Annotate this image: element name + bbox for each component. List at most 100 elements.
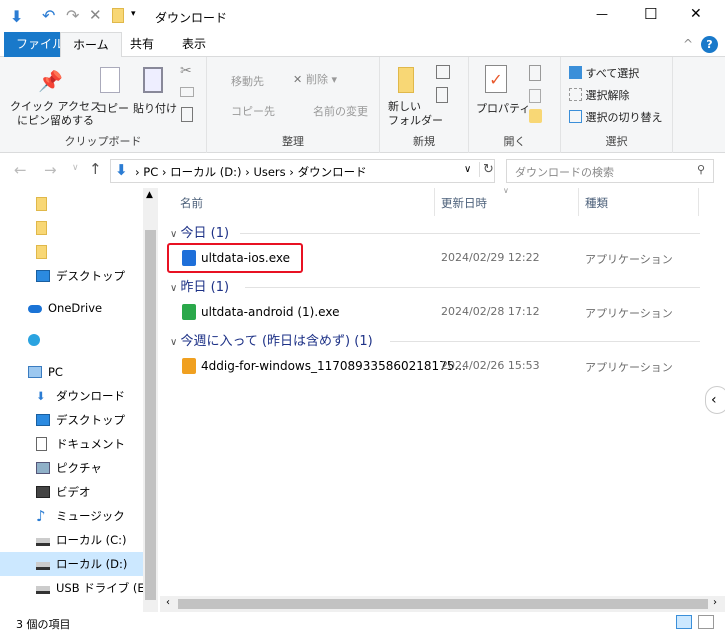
desktop-icon [36, 270, 50, 282]
copy-path-icon[interactable] [180, 87, 194, 97]
column-name[interactable]: 名前 [180, 195, 203, 211]
search-input[interactable]: ダウンロードの検索 ⚲ [506, 159, 714, 183]
delete-button[interactable]: ✕ 削除 ▾ [293, 71, 337, 87]
sidebar-scroll-thumb[interactable] [145, 230, 156, 600]
sidebar-item[interactable]: デスクトップ [0, 264, 143, 288]
details-view-button[interactable] [676, 615, 692, 629]
tab-view[interactable]: 表示 [170, 32, 218, 57]
new-item-icon[interactable] [436, 65, 450, 79]
group-header[interactable]: ∨ 今週に入って (昨日は含めず) (1) [170, 330, 700, 352]
file-name: ultdata-android (1).exe [201, 305, 340, 319]
sidebar-item[interactable]: OneDrive [0, 296, 143, 320]
sidebar-item[interactable] [0, 216, 143, 240]
usb-drive-icon [36, 586, 50, 594]
scroll-left-icon[interactable]: ‹ [166, 597, 170, 608]
easy-access-icon[interactable] [436, 87, 448, 103]
address-dropdown-icon[interactable]: ∨ [464, 164, 471, 175]
divider [390, 341, 700, 342]
scroll-right-icon[interactable]: › [713, 597, 717, 608]
sidebar-item-label: ダウンロード [56, 389, 125, 403]
rename-button[interactable]: 名前の変更 [313, 103, 368, 119]
undo-icon[interactable]: ↶ [42, 6, 55, 25]
sidebar-item[interactable]: ローカル (C:) [0, 528, 143, 552]
crumb-drive[interactable]: ローカル (D:) [170, 165, 241, 179]
select-all-button[interactable]: すべて選択 [569, 65, 639, 81]
file-type: アプリケーション [585, 307, 673, 320]
sidebar-item[interactable]: ♪ ミュージック [0, 504, 143, 528]
refresh-icon[interactable]: ↻ [479, 162, 494, 177]
folder-icon [36, 221, 47, 235]
new-folder-button[interactable]: 新しい フォルダー [388, 100, 443, 128]
sidebar-item[interactable]: ビデオ [0, 480, 143, 504]
crumb-pc[interactable]: PC [143, 165, 158, 179]
sidebar-item[interactable] [0, 328, 143, 352]
paste-button[interactable]: 貼り付け [133, 100, 177, 116]
redo-icon[interactable]: ↷ [66, 6, 79, 25]
address-bar[interactable]: ⬇ › PC › ローカル (D:) › Users › ダウンロード ∨ ↻ [110, 159, 495, 183]
cloud-icon [28, 334, 40, 346]
group-header[interactable]: ∨ 今日 (1) [170, 222, 700, 244]
sidebar-item-label: ローカル (C:) [56, 533, 127, 547]
paste-shortcut-icon[interactable] [181, 107, 193, 122]
forward-button[interactable]: → [44, 161, 57, 179]
column-type[interactable]: 種類 [585, 195, 608, 211]
sidebar-item[interactable]: ドキュメント [0, 432, 143, 456]
customize-dropdown-icon[interactable]: ▾ [131, 9, 136, 19]
delete-icon[interactable]: ✕ [89, 6, 102, 24]
exe-icon [182, 358, 196, 374]
column-divider[interactable] [698, 188, 699, 216]
group-header[interactable]: ∨ 昨日 (1) [170, 276, 700, 298]
large-icons-view-button[interactable] [698, 615, 714, 629]
sidebar-item[interactable] [0, 240, 143, 264]
sidebar-item[interactable]: ピクチャ [0, 456, 143, 480]
file-row[interactable]: 4ddig-for-windows_117089335860218175... 2… [170, 354, 700, 378]
sidebar-item[interactable]: ⬇ ダウンロード [0, 384, 143, 408]
back-button[interactable]: ← [14, 161, 27, 179]
document-icon [36, 437, 47, 451]
move-to-button[interactable]: 移動先 [231, 73, 264, 89]
recent-dropdown[interactable]: ∨ [72, 163, 79, 173]
minimize-button[interactable]: — [596, 7, 608, 21]
horizontal-scroll-thumb[interactable] [178, 599, 708, 609]
invert-selection-button[interactable]: 選択の切り替え [569, 109, 663, 125]
collapse-ribbon-icon[interactable]: ^ [683, 37, 693, 51]
cut-icon[interactable]: ✂ [180, 63, 192, 79]
help-icon[interactable]: ? [701, 36, 718, 53]
column-divider[interactable] [578, 188, 579, 216]
sidebar-item-label: OneDrive [48, 301, 103, 315]
tab-share[interactable]: 共有 [118, 32, 166, 57]
chevron-down-icon: ∨ [170, 283, 181, 294]
edit-icon[interactable] [529, 89, 541, 103]
close-button[interactable]: ✕ [690, 6, 702, 22]
history-icon[interactable] [529, 109, 542, 123]
side-panel-toggle[interactable]: ‹ [705, 386, 725, 414]
select-none-button[interactable]: 選択解除 [569, 87, 630, 103]
group-label: 今週に入って (昨日は含めず) (1) [180, 334, 373, 349]
maximize-button[interactable]: ☐ [644, 5, 657, 23]
sidebar-item[interactable]: PC [0, 360, 143, 384]
ribbon-tabs: ファイル ホーム 共有 表示 ^ ? [0, 32, 725, 58]
file-date: 2024/02/26 15:53 [441, 359, 540, 372]
drive-icon [36, 562, 50, 570]
crumb-downloads[interactable]: ダウンロード [298, 165, 367, 179]
sidebar-item[interactable]: ローカル (D:) [0, 552, 143, 576]
quick-access-download-icon[interactable]: ⬇ [10, 7, 23, 26]
column-divider[interactable] [434, 188, 435, 216]
sidebar-item[interactable] [0, 192, 143, 216]
copy-button[interactable]: コピー [96, 100, 129, 116]
copy-to-button[interactable]: コピー先 [231, 103, 275, 119]
tab-home[interactable]: ホーム [60, 32, 122, 58]
crumb-users[interactable]: Users [253, 165, 285, 179]
file-row[interactable]: ultdata-ios.exe 2024/02/29 12:22 アプリケーション [167, 243, 700, 273]
column-date[interactable]: 更新日時 [441, 195, 487, 211]
pin-quick-access-button[interactable]: クイック アクセス にピン留めする [10, 100, 101, 128]
up-button[interactable]: ↑ [89, 160, 102, 178]
horizontal-scrollbar[interactable]: ‹ › [160, 596, 725, 612]
scroll-up-icon[interactable]: ▲ [146, 190, 153, 200]
properties-button[interactable]: プロパティ [476, 100, 530, 116]
sidebar-item[interactable]: USB ドライブ (E:) [0, 576, 153, 600]
file-row[interactable]: ultdata-android (1).exe 2024/02/28 17:12 ア… [170, 300, 700, 324]
open-icon[interactable] [529, 65, 541, 81]
sidebar-item-label: ピクチャ [56, 461, 102, 475]
sidebar-item[interactable]: デスクトップ [0, 408, 143, 432]
